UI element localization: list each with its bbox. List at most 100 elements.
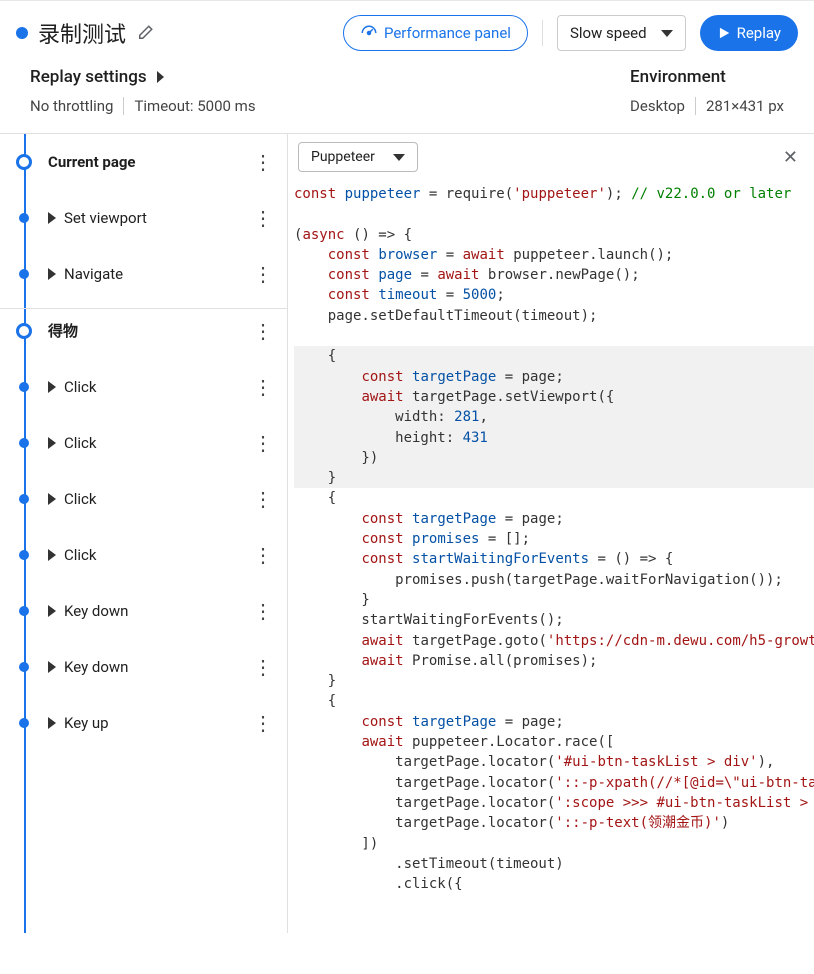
chevron-down-icon	[661, 30, 673, 37]
step-body: Click	[48, 378, 249, 396]
divider	[542, 20, 543, 46]
step-body: Key down	[48, 602, 249, 620]
disclosure-icon[interactable]	[48, 661, 56, 673]
step-body: Key up	[48, 714, 249, 732]
gauge-icon	[360, 24, 378, 42]
disclosure-icon[interactable]	[48, 212, 56, 224]
divider	[123, 97, 124, 115]
replay-settings: Replay settings No throttling Timeout: 5…	[30, 67, 256, 115]
step-marker	[0, 662, 48, 672]
step-row[interactable]: Key down ⋮	[0, 639, 287, 695]
disclosure-icon[interactable]	[48, 381, 56, 393]
step-row[interactable]: Navigate ⋮	[0, 246, 287, 302]
step-menu-icon[interactable]: ⋮	[249, 545, 277, 565]
disclosure-icon[interactable]	[48, 268, 56, 280]
recording-header: 录制测试 Performance panel Slow speed Replay	[0, 0, 814, 67]
step-menu-icon[interactable]: ⋮	[249, 377, 277, 397]
replay-speed-select[interactable]: Slow speed	[557, 15, 686, 51]
step-row[interactable]: Click ⋮	[0, 527, 287, 583]
step-menu-icon[interactable]: ⋮	[249, 657, 277, 677]
step-marker	[0, 718, 48, 728]
step-menu-icon[interactable]: ⋮	[249, 713, 277, 733]
performance-panel-button[interactable]: Performance panel	[343, 15, 528, 51]
play-icon	[717, 26, 731, 40]
step-label: Click	[64, 546, 97, 564]
performance-panel-label: Performance panel	[384, 24, 511, 42]
step-row[interactable]: Current page ⋮	[0, 134, 287, 190]
steps-panel: Current page⋮Set viewport⋮Navigate⋮得物⋮Cl…	[0, 134, 288, 933]
step-label: Key up	[64, 714, 109, 732]
step-menu-icon[interactable]: ⋮	[249, 152, 277, 172]
chevron-right-icon	[157, 71, 164, 83]
disclosure-icon[interactable]	[48, 605, 56, 617]
divider	[695, 97, 696, 115]
step-marker	[0, 438, 48, 448]
replay-speed-label: Slow speed	[570, 24, 647, 42]
device-value: Desktop	[630, 97, 685, 115]
step-menu-icon[interactable]: ⋮	[249, 489, 277, 509]
step-marker	[0, 606, 48, 616]
section-divider	[0, 308, 287, 310]
replay-settings-label: Replay settings	[30, 67, 147, 87]
step-label: Current page	[48, 153, 136, 171]
step-marker	[0, 382, 48, 392]
replay-button[interactable]: Replay	[700, 15, 798, 51]
step-row[interactable]: Click ⋮	[0, 359, 287, 415]
replay-settings-heading[interactable]: Replay settings	[30, 67, 256, 87]
step-row[interactable]: Click ⋮	[0, 471, 287, 527]
step-row[interactable]: Key down ⋮	[0, 583, 287, 639]
step-body: Click	[48, 490, 249, 508]
step-label: Key down	[64, 602, 128, 620]
recording-title: 录制测试	[38, 17, 126, 49]
replay-settings-values: No throttling Timeout: 5000 ms	[30, 97, 256, 115]
step-body: Navigate	[48, 265, 249, 283]
step-menu-icon[interactable]: ⋮	[249, 264, 277, 284]
replay-button-label: Replay	[737, 24, 781, 42]
step-label: Click	[64, 434, 97, 452]
step-menu-icon[interactable]: ⋮	[249, 208, 277, 228]
disclosure-icon[interactable]	[48, 437, 56, 449]
close-icon[interactable]: ✕	[777, 147, 804, 168]
step-body: 得物	[48, 320, 249, 341]
step-label: Navigate	[64, 265, 123, 283]
settings-row: Replay settings No throttling Timeout: 5…	[0, 67, 814, 133]
step-label: Set viewport	[64, 209, 147, 227]
step-menu-icon[interactable]: ⋮	[249, 433, 277, 453]
step-menu-icon[interactable]: ⋮	[249, 321, 277, 341]
disclosure-icon[interactable]	[48, 549, 56, 561]
throttle-value: No throttling	[30, 97, 113, 115]
step-row[interactable]: 得物 ⋮	[0, 302, 287, 359]
timeout-value: Timeout: 5000 ms	[134, 97, 255, 115]
edit-icon[interactable]	[136, 24, 154, 42]
environment-values: Desktop 281×431 px	[630, 97, 784, 115]
timeline-line	[24, 134, 26, 933]
code-panel: Puppeteer ✕ const puppeteer = require('p…	[288, 134, 814, 933]
framework-label: Puppeteer	[311, 149, 375, 165]
step-marker	[0, 550, 48, 560]
environment-heading: Environment	[630, 67, 784, 87]
step-row[interactable]: Click ⋮	[0, 415, 287, 471]
step-label: Click	[64, 490, 97, 508]
framework-select[interactable]: Puppeteer	[298, 142, 418, 172]
step-label: Key down	[64, 658, 128, 676]
step-marker	[0, 269, 48, 279]
step-menu-icon[interactable]: ⋮	[249, 601, 277, 621]
step-marker	[0, 494, 48, 504]
recording-status-dot	[16, 27, 28, 39]
main-content: Current page⋮Set viewport⋮Navigate⋮得物⋮Cl…	[0, 133, 814, 933]
environment-settings: Environment Desktop 281×431 px	[630, 67, 784, 115]
disclosure-icon[interactable]	[48, 493, 56, 505]
chevron-down-icon	[393, 154, 405, 161]
step-row[interactable]: Key up ⋮	[0, 695, 287, 751]
step-body: Key down	[48, 658, 249, 676]
step-body: Set viewport	[48, 209, 249, 227]
header-left: 录制测试	[16, 17, 154, 49]
step-row[interactable]: Set viewport ⋮	[0, 190, 287, 246]
step-label: Click	[64, 378, 97, 396]
code-toolbar: Puppeteer ✕	[288, 134, 814, 180]
code-block: const puppeteer = require('puppeteer'); …	[288, 180, 814, 933]
disclosure-icon[interactable]	[48, 717, 56, 729]
step-marker-section	[0, 323, 48, 339]
step-label: 得物	[48, 320, 78, 341]
header-right: Performance panel Slow speed Replay	[343, 15, 798, 51]
